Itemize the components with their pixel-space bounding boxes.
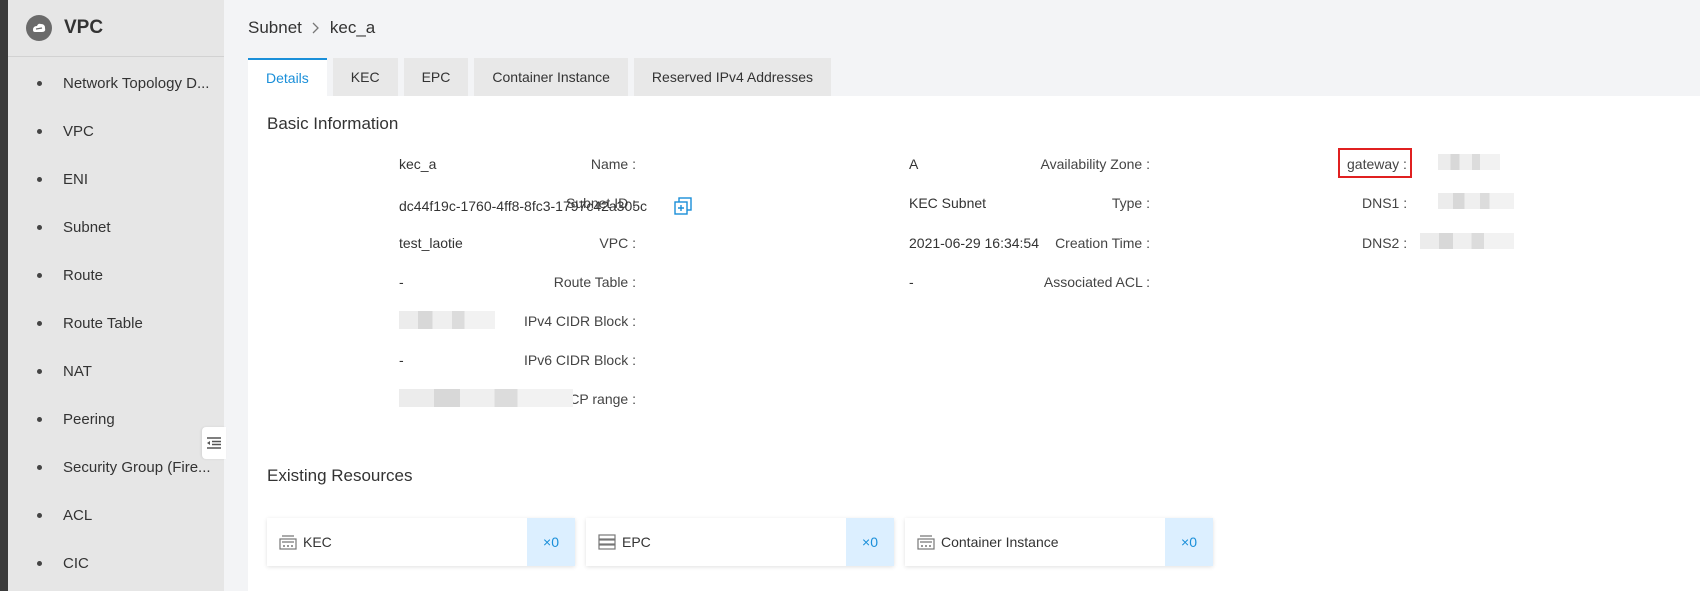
- availability-zone-label: Availability Zone :: [1040, 156, 1150, 172]
- sidebar-item-label: Route Table: [63, 314, 143, 332]
- type-label: Type :: [1111, 195, 1150, 211]
- resource-count[interactable]: ×0: [846, 518, 894, 566]
- resource-card-container-instance[interactable]: Container Instance ×0: [905, 518, 1213, 566]
- resource-label: EPC: [622, 534, 651, 550]
- route-table-label: Route Table :: [553, 274, 636, 290]
- breadcrumb-current: kec_a: [329, 18, 376, 37]
- copy-icon[interactable]: [674, 197, 692, 215]
- type-value: KEC Subnet: [909, 195, 987, 211]
- bullet-icon: [37, 512, 42, 518]
- tab-bar: Details KEC EPC Container Instance Reser…: [248, 58, 837, 96]
- dns1-label: DNS1 :: [1362, 195, 1408, 211]
- sidebar-item-acl[interactable]: ACL: [8, 491, 224, 539]
- dns2-label: DNS2 :: [1362, 235, 1408, 251]
- dns2-value-redacted: [1420, 233, 1514, 252]
- bullet-icon: [37, 176, 42, 182]
- resource-label: Container Instance: [941, 534, 1059, 550]
- bullet-icon: [37, 224, 42, 230]
- sidebar-item-peering[interactable]: Peering: [8, 395, 224, 443]
- sidebar-item-label: VPC: [63, 122, 94, 140]
- dhcp-range-value-redacted: [399, 389, 573, 410]
- sidebar-item-label: Peering: [63, 410, 115, 428]
- bullet-icon: [37, 560, 42, 566]
- ipv6-cidr-label: IPv6 CIDR Block :: [523, 352, 636, 368]
- existing-resources-title: Existing Resources: [267, 466, 413, 485]
- sidebar-item-route-table[interactable]: Route Table: [8, 299, 224, 347]
- sidebar: VPC Network Topology D... VPC ENI Subnet…: [8, 0, 224, 591]
- ipv6-cidr-value: -: [399, 352, 404, 368]
- sidebar-item-label: Security Group (Fire...: [63, 458, 211, 476]
- sidebar-item-label: NAT: [63, 362, 92, 380]
- associated-acl-label: Associated ACL :: [1043, 274, 1150, 290]
- tab-details[interactable]: Details: [248, 58, 327, 96]
- name-label: Name :: [590, 156, 636, 172]
- bullet-icon: [37, 272, 42, 278]
- ipv4-cidr-label: IPv4 CIDR Block :: [523, 313, 636, 329]
- sidebar-nav: Network Topology D... VPC ENI Subnet Rou…: [8, 57, 224, 587]
- server-icon: [279, 535, 297, 550]
- resource-count[interactable]: ×0: [527, 518, 575, 566]
- tab-reserved-ipv4[interactable]: Reserved IPv4 Addresses: [633, 58, 832, 96]
- vpc-logo-icon: [26, 15, 52, 41]
- sidebar-item-subnet[interactable]: Subnet: [8, 203, 224, 251]
- basic-info-title: Basic Information: [267, 114, 399, 133]
- tab-epc[interactable]: EPC: [403, 58, 469, 96]
- sidebar-item-cic[interactable]: CIC: [8, 539, 224, 587]
- tab-kec[interactable]: KEC: [332, 58, 398, 96]
- rack-icon: [598, 534, 616, 550]
- sidebar-item-network-topology[interactable]: Network Topology D...: [8, 59, 224, 107]
- sidebar-item-label: ACL: [63, 506, 93, 524]
- sidebar-item-label: Route: [63, 266, 104, 284]
- creation-time-value: 2021-06-29 16:34:54: [909, 235, 1039, 251]
- sidebar-item-nat[interactable]: NAT: [8, 347, 224, 395]
- associated-acl-value: -: [909, 274, 914, 290]
- creation-time-label: Creation Time :: [1055, 235, 1150, 251]
- tab-container-instance[interactable]: Container Instance: [474, 58, 628, 96]
- sidebar-item-label: CIC: [63, 554, 89, 572]
- bullet-icon: [37, 80, 42, 86]
- subnet-id-value: dc44f19c-1760-4ff8-8fc3-1797c42a305c: [399, 198, 648, 214]
- resource-card-epc[interactable]: EPC ×0: [586, 518, 894, 566]
- dns1-value-redacted: [1438, 193, 1514, 212]
- sidebar-item-label: Network Topology D...: [63, 74, 210, 92]
- server-icon: [917, 535, 935, 550]
- resource-card-kec[interactable]: KEC ×0: [267, 518, 575, 566]
- name-value: kec_a: [399, 156, 437, 172]
- bullet-icon: [37, 416, 42, 422]
- sidebar-item-eni[interactable]: ENI: [8, 155, 224, 203]
- sidebar-title: VPC: [64, 17, 104, 38]
- collapse-icon: [207, 437, 221, 449]
- bullet-icon: [37, 320, 42, 326]
- sidebar-item-security-group[interactable]: Security Group (Fire...: [8, 443, 224, 491]
- bullet-icon: [37, 464, 42, 470]
- gateway-label: gateway :: [1347, 156, 1407, 172]
- bullet-icon: [37, 128, 42, 134]
- route-table-value: -: [399, 274, 404, 290]
- availability-zone-value: A: [909, 156, 919, 172]
- ipv4-cidr-value-redacted: [399, 311, 495, 332]
- gateway-value-redacted: [1438, 154, 1500, 173]
- chevron-right-icon: [312, 22, 320, 34]
- resource-count[interactable]: ×0: [1165, 518, 1213, 566]
- sidebar-item-route[interactable]: Route: [8, 251, 224, 299]
- details-panel: Basic Information Name : kec_a Subnet ID…: [248, 96, 1700, 591]
- vpc-label: VPC :: [599, 235, 636, 251]
- resource-label: KEC: [303, 534, 332, 550]
- window-edge: [0, 0, 8, 591]
- sidebar-item-vpc[interactable]: VPC: [8, 107, 224, 155]
- sidebar-collapse-button[interactable]: [202, 427, 226, 459]
- breadcrumb: Subnet kec_a: [248, 18, 375, 38]
- breadcrumb-parent[interactable]: Subnet: [248, 18, 302, 38]
- sidebar-header: VPC: [8, 0, 224, 57]
- sidebar-item-label: Subnet: [63, 218, 111, 236]
- vpc-value: test_laotie: [399, 235, 463, 251]
- sidebar-item-label: ENI: [63, 170, 89, 188]
- bullet-icon: [37, 368, 42, 374]
